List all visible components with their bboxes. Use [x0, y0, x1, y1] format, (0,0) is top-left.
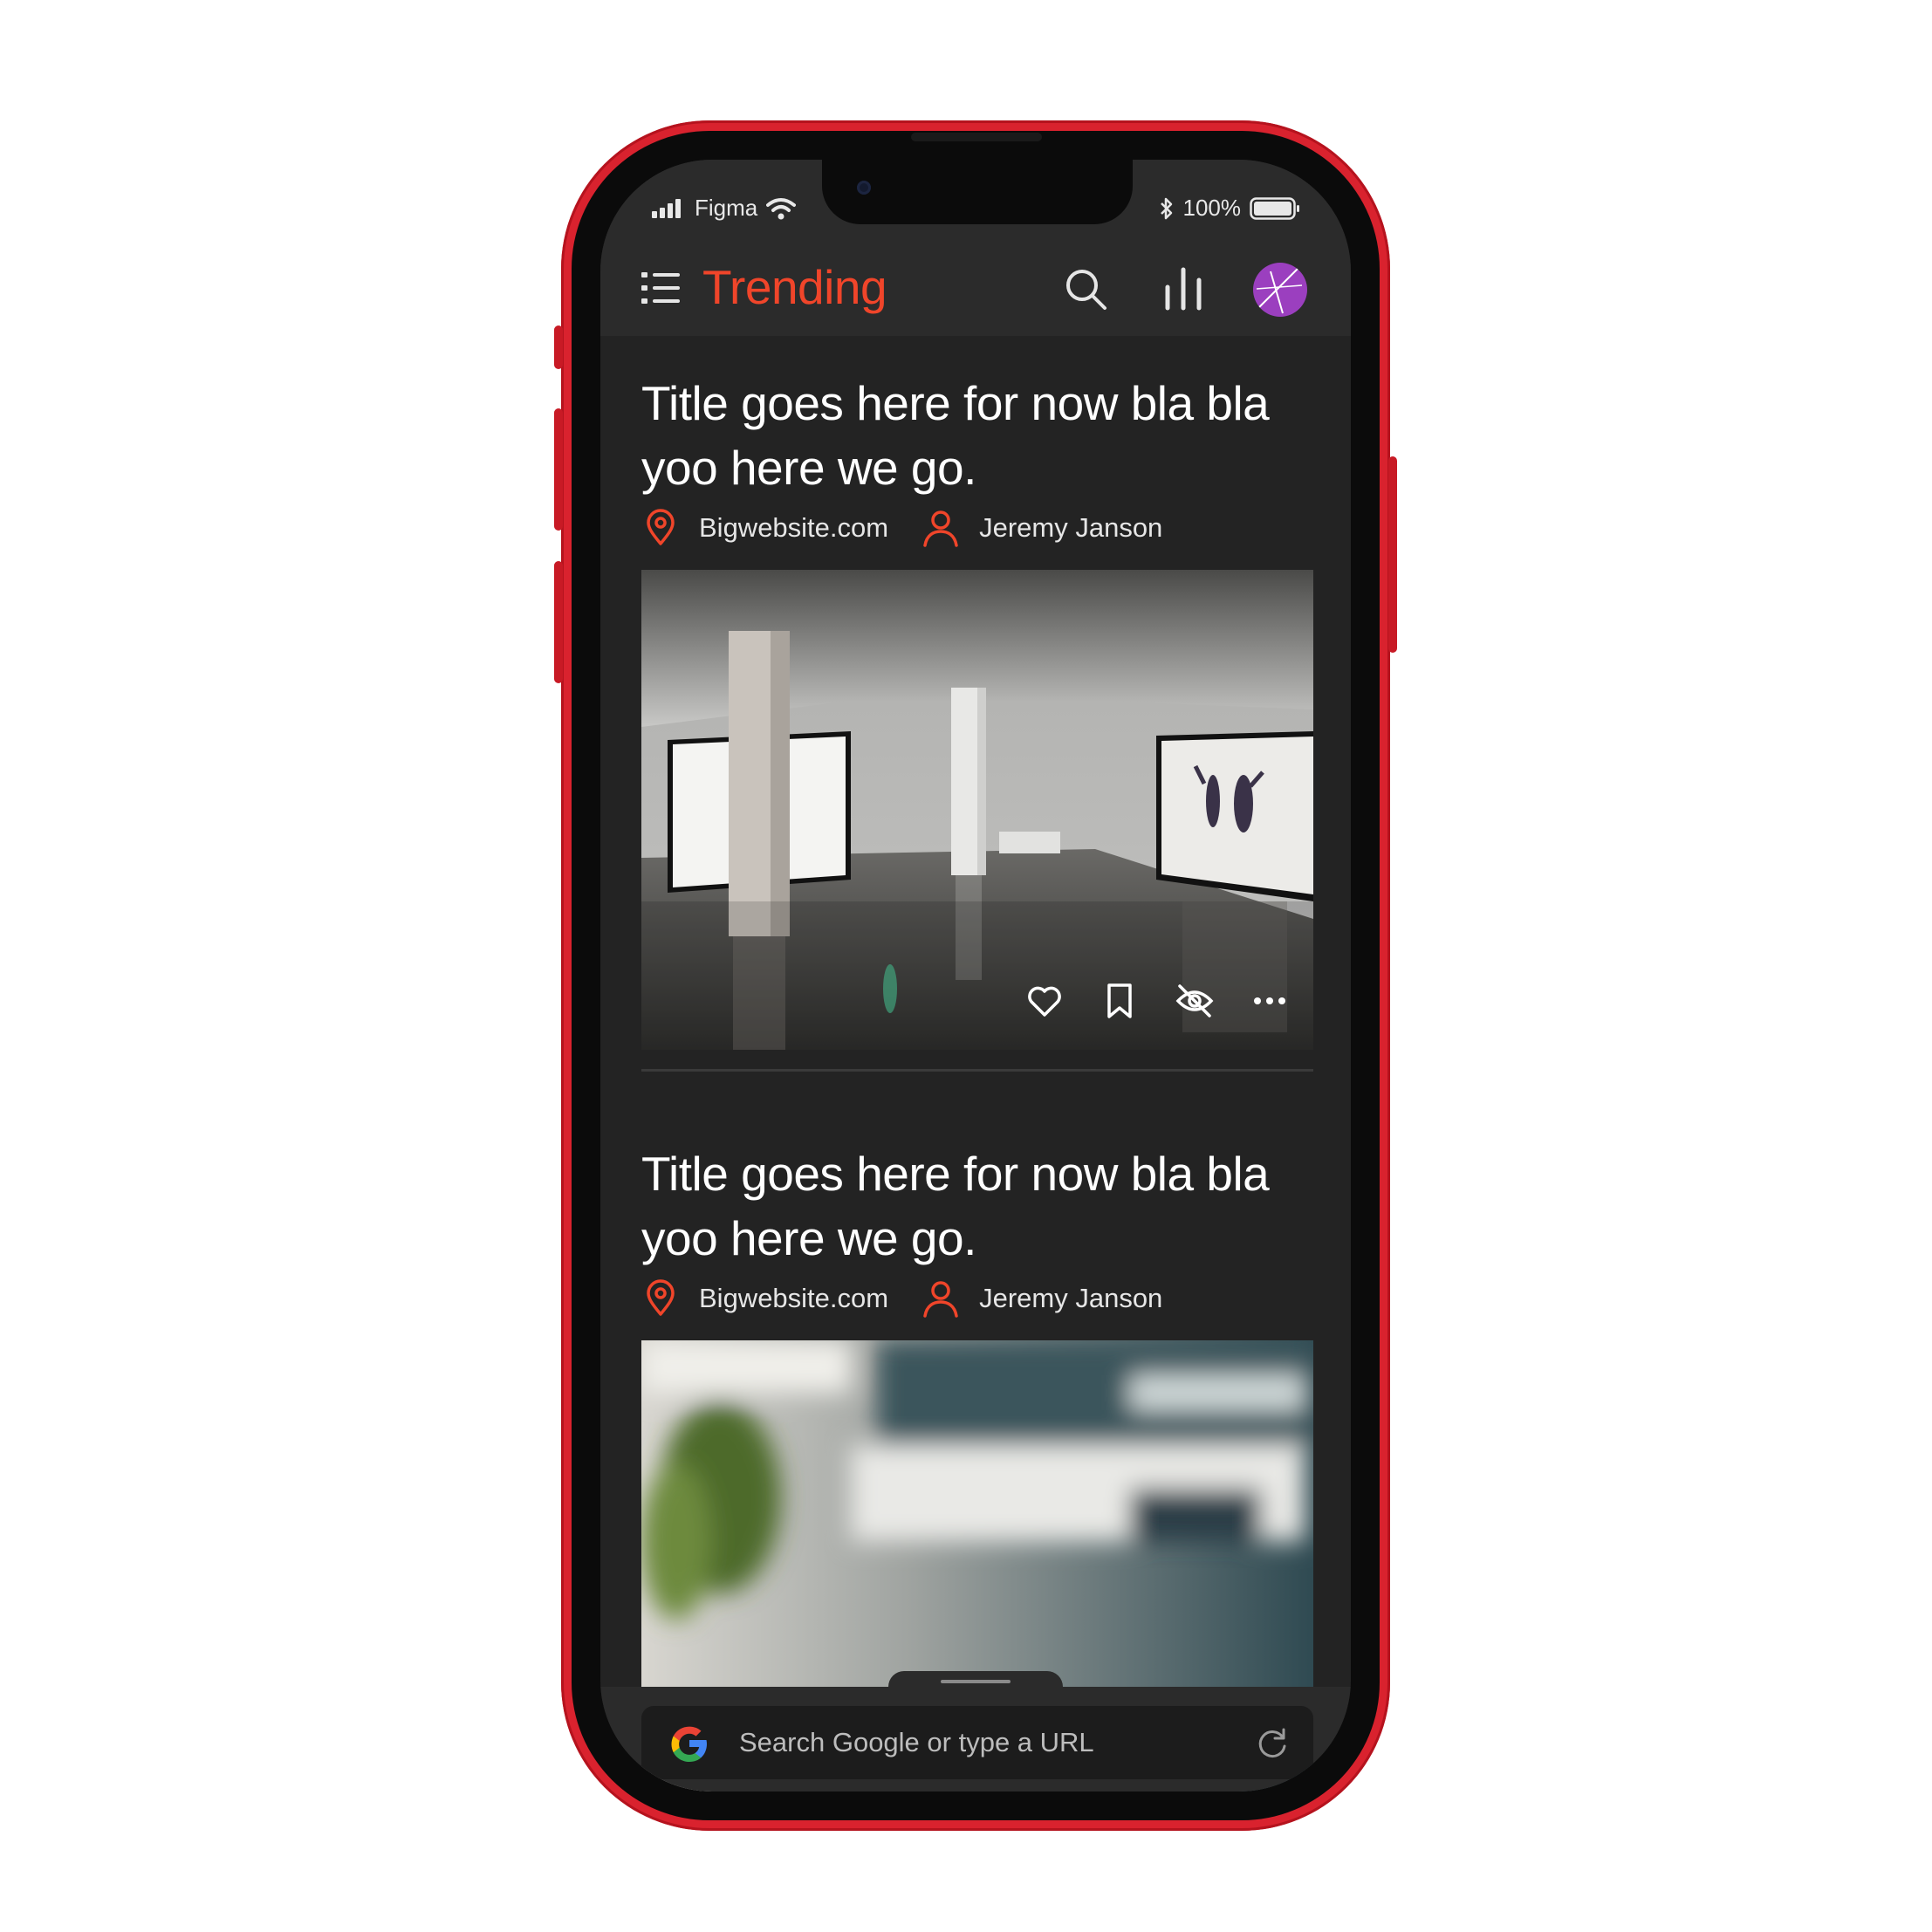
heart-icon[interactable]: [1025, 982, 1064, 1020]
mute-switch: [554, 325, 563, 369]
screen: Figma 100% Trending Title goes here for …: [600, 160, 1351, 1792]
carrier-name: Figma: [695, 195, 758, 221]
page-title: Trending: [702, 260, 887, 314]
article-title[interactable]: Title goes here for now bla bla yoo here…: [641, 371, 1313, 500]
wifi-icon: [766, 197, 797, 219]
article-meta: Bigwebsite.com Jeremy Janson: [641, 1272, 1313, 1325]
cellular-signal-icon: [652, 198, 681, 218]
article-source[interactable]: Bigwebsite.com: [699, 1283, 888, 1314]
battery-icon: [1250, 196, 1299, 220]
phone-frame: Figma 100% Trending Title goes here for …: [554, 120, 1397, 1831]
hide-eye-icon[interactable]: [1175, 982, 1214, 1020]
phone-bezel: Figma 100% Trending Title goes here for …: [572, 131, 1380, 1820]
gallery-room-photo[interactable]: [641, 570, 1313, 1050]
volume-up-button: [554, 408, 563, 531]
drag-handle[interactable]: [888, 1671, 1063, 1702]
article-divider: [641, 1069, 1313, 1072]
browser-bottom-bar: [600, 1671, 1351, 1792]
search-icon[interactable]: [1061, 264, 1110, 313]
article-title[interactable]: Title goes here for now bla bla yoo here…: [641, 1141, 1313, 1271]
reload-icon[interactable]: [1254, 1725, 1291, 1762]
app-header: Trending: [600, 238, 1351, 336]
google-logo-icon: [671, 1726, 707, 1762]
url-input[interactable]: [739, 1706, 1228, 1779]
user-icon: [923, 510, 958, 547]
front-camera: [857, 181, 871, 195]
article-meta: Bigwebsite.com Jeremy Janson: [641, 502, 1313, 554]
menu-list-icon[interactable]: [640, 267, 682, 309]
article-author[interactable]: Jeremy Janson: [979, 1283, 1162, 1314]
article-author[interactable]: Jeremy Janson: [979, 512, 1162, 544]
url-bar[interactable]: [641, 1706, 1313, 1779]
bluetooth-icon: [1160, 197, 1172, 219]
user-icon: [923, 1281, 958, 1318]
location-pin-icon: [647, 509, 675, 545]
notch: [822, 160, 1133, 224]
stats-bars-icon[interactable]: [1159, 264, 1208, 313]
article-source[interactable]: Bigwebsite.com: [699, 512, 888, 544]
battery-percentage: 100%: [1182, 195, 1242, 221]
earpiece-speaker: [911, 133, 1042, 141]
more-dots-icon[interactable]: [1250, 982, 1289, 1020]
volume-down-button: [554, 561, 563, 683]
avatar[interactable]: [1253, 263, 1307, 317]
article-actions: [1025, 982, 1289, 1020]
power-button: [1388, 456, 1397, 653]
bookmark-icon[interactable]: [1100, 982, 1139, 1020]
location-pin-icon: [647, 1279, 675, 1316]
article-card[interactable]: Title goes here for now bla bla yoo here…: [641, 371, 1313, 1050]
